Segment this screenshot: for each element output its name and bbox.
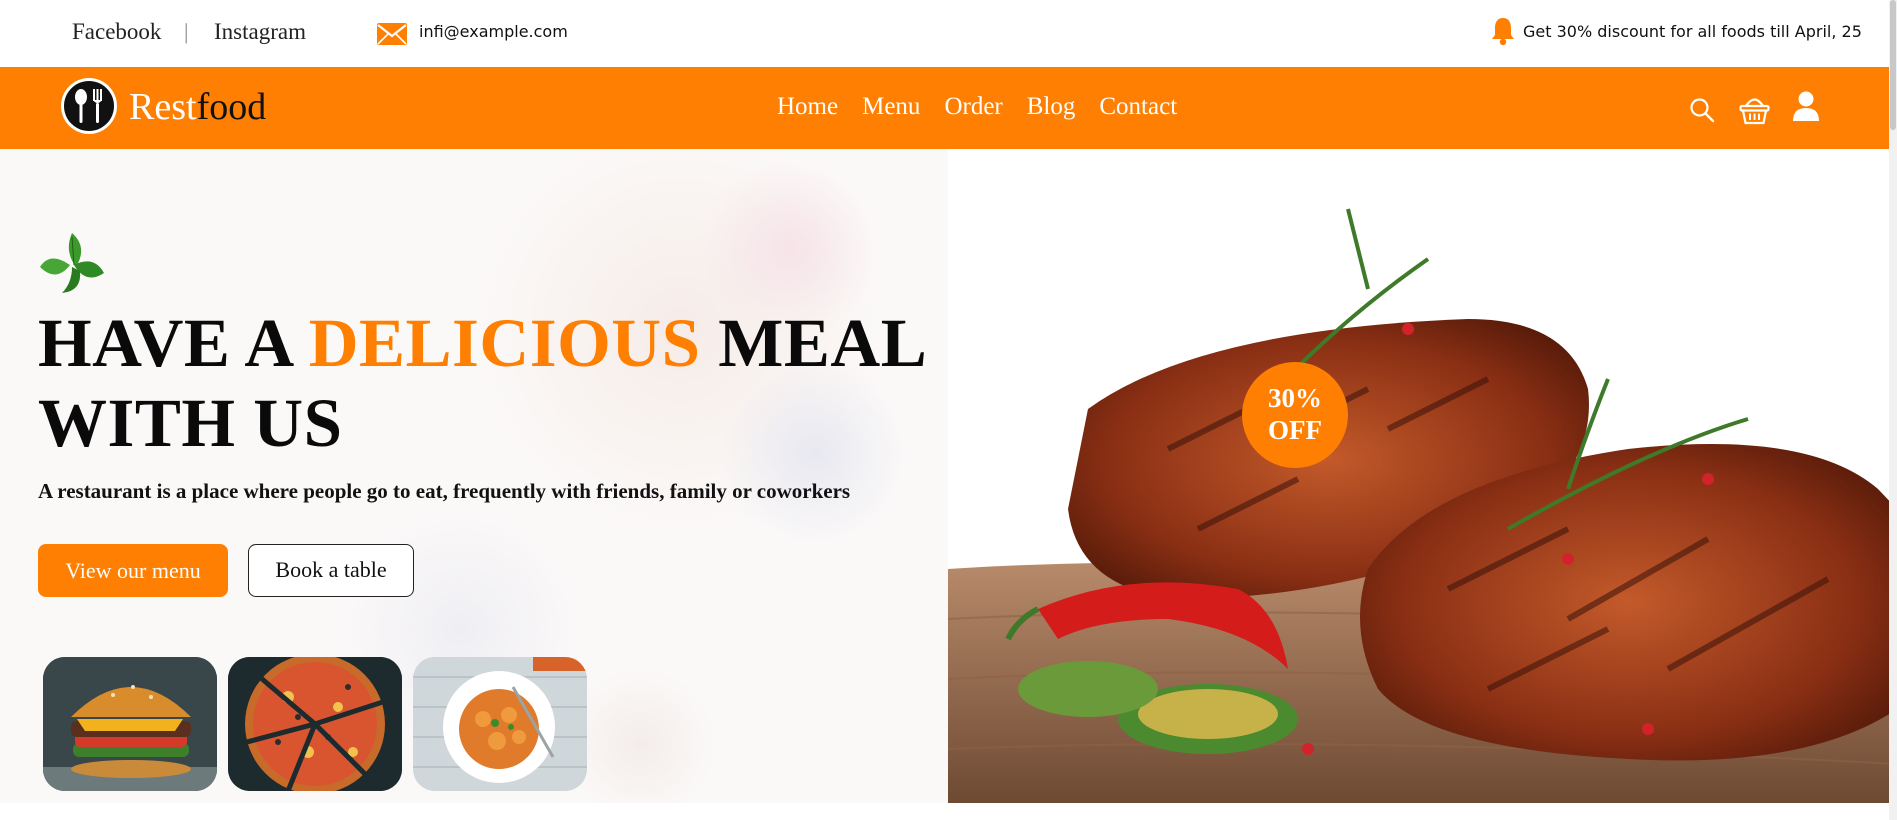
- pasta-thumbnail[interactable]: [413, 657, 587, 791]
- brand-name-part1: Rest: [129, 86, 197, 128]
- view-menu-button[interactable]: View our menu: [38, 544, 228, 597]
- badge-line1: 30%: [1268, 383, 1322, 413]
- hero-section: HAVE A DELICIOUS MEAL WITH US A restaura…: [0, 149, 1897, 803]
- nav-order[interactable]: Order: [944, 92, 1002, 122]
- discount-badge: 30% OFF: [1242, 362, 1348, 468]
- nav-contact[interactable]: Contact: [1099, 92, 1177, 122]
- badge-line2: OFF: [1268, 415, 1322, 445]
- nav-blog[interactable]: Blog: [1027, 92, 1076, 122]
- social-separator: |: [184, 19, 189, 44]
- main-navbar: Restfood Home Menu Order Blog Contact: [0, 67, 1897, 149]
- mail-icon: [377, 23, 407, 50]
- hero-headline: HAVE A DELICIOUS MEAL WITH US: [38, 303, 927, 463]
- nav-menu[interactable]: Menu: [862, 92, 920, 122]
- brand-name-part2: food: [196, 86, 267, 128]
- headline-line2: WITH US: [38, 385, 343, 461]
- brand-name[interactable]: Restfood: [129, 84, 266, 130]
- cutlery-logo-icon[interactable]: [60, 77, 118, 140]
- instagram-link[interactable]: Instagram: [214, 19, 306, 45]
- promo-text: Get 30% discount for all foods till Apri…: [1523, 22, 1862, 41]
- steak-hero-image: [948, 149, 1897, 803]
- headline-part1: HAVE A: [38, 305, 309, 381]
- facebook-link[interactable]: Facebook: [72, 19, 161, 45]
- bell-icon: [1490, 16, 1516, 51]
- page-scrollbar[interactable]: [1889, 0, 1897, 820]
- search-icon[interactable]: [1689, 97, 1715, 128]
- contact-email[interactable]: infi@example.com: [419, 22, 568, 41]
- basil-leaf-icon: [38, 231, 106, 300]
- burger-thumbnail[interactable]: [43, 657, 217, 791]
- top-info-bar: Facebook | Instagram infi@example.com Ge…: [0, 0, 1897, 67]
- user-icon[interactable]: [1792, 91, 1820, 126]
- book-table-button[interactable]: Book a table: [248, 544, 414, 597]
- basket-icon[interactable]: [1739, 95, 1770, 130]
- nav-links: Home Menu Order Blog Contact: [777, 92, 1177, 122]
- hero-subtitle: A restaurant is a place where people go …: [38, 479, 851, 503]
- pizza-thumbnail[interactable]: [228, 657, 402, 791]
- headline-highlight: DELICIOUS: [308, 305, 701, 381]
- scrollbar-thumb[interactable]: [1890, 0, 1896, 130]
- headline-part2: MEAL: [700, 305, 928, 381]
- nav-home[interactable]: Home: [777, 92, 838, 122]
